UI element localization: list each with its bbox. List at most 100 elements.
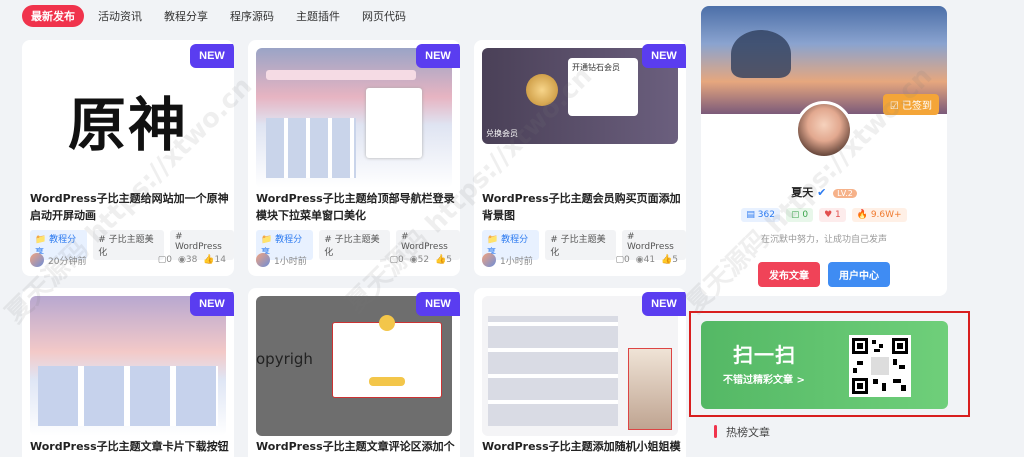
screenshot-panel — [366, 88, 422, 158]
tab-news[interactable]: 活动资讯 — [90, 5, 150, 27]
tab-tutorials[interactable]: 教程分享 — [156, 5, 216, 27]
like-icon: 👍 — [661, 255, 673, 265]
profile-buttons: 发布文章 用户中心 — [701, 262, 947, 287]
posts-count: 362 — [757, 210, 775, 220]
view-count: 52 — [417, 255, 430, 265]
author-avatar[interactable] — [256, 253, 270, 267]
tab-latest[interactable]: 最新发布 — [22, 5, 84, 27]
post-time: 20分钟前 — [48, 256, 87, 267]
post-time: 1小时前 — [500, 256, 533, 267]
post-title[interactable]: WordPress子比主题文章评论区添加个 — [256, 438, 456, 455]
genshin-logo: 原神 — [67, 91, 188, 159]
author-avatar[interactable] — [30, 253, 44, 267]
signin-label: 已签到 — [902, 101, 932, 112]
like-icon: 👍 — [203, 255, 215, 265]
post-card[interactable]: 开通钻石会员 兑换会员 NEW WordPress子比主题会员购买页面添加背景图… — [474, 40, 686, 276]
comment-icon: ▢ — [389, 255, 398, 265]
tab-source-code[interactable]: 程序源码 — [222, 5, 282, 27]
new-badge: NEW — [190, 292, 234, 316]
popularity-count: 9.6W+ — [870, 210, 902, 220]
new-badge: NEW — [642, 292, 686, 316]
post-meta: 20分钟前 ▢ 0 ◉ 38 👍 14 — [30, 253, 226, 267]
like-count: 5 — [672, 255, 678, 265]
user-bio: 在沉默中努力，让成功自己发声 — [760, 235, 887, 245]
comment-count: 0 — [624, 255, 630, 265]
view-count: 41 — [643, 255, 656, 265]
post-meta: 1小时前 ▢ 0 ◉ 52 👍 5 — [256, 253, 452, 267]
post-title[interactable]: WordPress子比主题添加随机小姐姐模 — [482, 438, 682, 455]
coin-icon — [526, 74, 558, 106]
screenshot-bar — [266, 70, 416, 80]
like-count: 5 — [446, 255, 452, 265]
tab-themes-plugins[interactable]: 主题插件 — [288, 5, 348, 27]
qr-promo-highlight: 扫一扫 不错过精彩文章 > — [689, 311, 970, 417]
like-icon: 👍 — [435, 255, 447, 265]
level-badge: LV.2 — [833, 189, 857, 198]
post-thumbnail[interactable]: 原神 — [30, 48, 226, 188]
post-thumbnail[interactable] — [482, 296, 678, 436]
user-profile-card: ☑ 已签到 夏天 ✔ LV.2 ▤ 362 ▢ 0 ♥ 1 🔥 9.6W+ 在沉… — [701, 6, 947, 296]
user-stats: ▤ 362 ▢ 0 ♥ 1 🔥 9.6W+ — [701, 208, 947, 222]
qr-promo-subtitle: 不错过精彩文章 > — [723, 375, 805, 386]
popularity-stat[interactable]: 🔥 9.6W+ — [851, 208, 907, 222]
avatar[interactable] — [795, 101, 853, 159]
page: 最新发布 活动资讯 教程分享 程序源码 主题插件 网页代码 原神 NEW Wor… — [0, 0, 1024, 457]
author-avatar[interactable] — [482, 253, 496, 267]
post-title[interactable]: WordPress子比主题给顶部导航栏登录模块下拉菜单窗口美化 — [256, 190, 456, 224]
new-badge: NEW — [416, 44, 460, 68]
post-meta: 1小时前 ▢ 0 ◉ 41 👍 5 — [482, 253, 678, 267]
vip-popup-title: 开通钻石会员 — [572, 63, 620, 72]
girl-photo — [628, 348, 672, 430]
verified-icon: ✔ — [817, 186, 827, 199]
post-card[interactable]: opyrigh NEW WordPress子比主题文章评论区添加个 — [248, 288, 460, 457]
view-icon: ◉ — [178, 255, 186, 265]
posts-stat[interactable]: ▤ 362 — [741, 208, 780, 222]
post-card[interactable]: NEW WordPress子比主题给顶部导航栏登录模块下拉菜单窗口美化 📁 教程… — [248, 40, 460, 276]
post-thumbnail[interactable] — [30, 296, 226, 436]
new-badge: NEW — [416, 292, 460, 316]
banner-tree — [731, 30, 791, 78]
qr-promo-title: 扫一扫 — [733, 343, 796, 367]
comment-icon: ▢ — [157, 255, 167, 265]
user-center-button[interactable]: 用户中心 — [828, 262, 890, 287]
qr-promo-banner[interactable]: 扫一扫 不错过精彩文章 > — [701, 321, 948, 409]
popup-avatar — [379, 315, 395, 331]
comment-icon: ▢ — [615, 255, 624, 265]
post-title[interactable]: WordPress子比主题会员购买页面添加背景图 — [482, 190, 682, 224]
qr-code-icon — [849, 335, 911, 397]
likes-count: 1 — [835, 210, 841, 220]
comment-count: 0 — [166, 255, 173, 265]
view-icon: ◉ — [409, 255, 418, 265]
user-name: 夏天 ✔ LV.2 — [701, 184, 947, 200]
post-card[interactable]: 原神 NEW WordPress子比主题给网站加一个原神启动开屏动画 📁 教程分… — [22, 40, 234, 276]
screenshot-grid — [38, 366, 218, 426]
post-card[interactable]: NEW WordPress子比主题文章卡片下载按钮 — [22, 288, 234, 457]
screenshot-grid — [266, 118, 356, 178]
tag-label: WordPress — [175, 242, 222, 252]
category-tabs: 最新发布 活动资讯 教程分享 程序源码 主题插件 网页代码 — [22, 5, 420, 27]
hot-posts-heading: 热榜文章 — [714, 424, 770, 440]
popup-button — [369, 377, 405, 386]
post-thumbnail[interactable]: opyrigh — [256, 296, 452, 436]
vip-popup: 开通钻石会员 — [568, 58, 638, 116]
likes-stat[interactable]: ♥ 1 — [819, 208, 846, 222]
post-title[interactable]: WordPress子比主题文章卡片下载按钮 — [30, 438, 230, 455]
comments-stat[interactable]: ▢ 0 — [785, 208, 814, 222]
tag-label: WordPress — [627, 242, 674, 252]
post-time: 1小时前 — [274, 256, 307, 267]
comment-count: 0 — [398, 255, 404, 265]
comments-count: 0 — [802, 210, 809, 220]
tab-web-code[interactable]: 网页代码 — [354, 5, 414, 27]
screenshot-grid — [488, 316, 618, 426]
post-card[interactable]: NEW WordPress子比主题添加随机小姐姐模 — [474, 288, 686, 457]
signed-in-badge[interactable]: ☑ 已签到 — [882, 94, 939, 115]
post-title[interactable]: WordPress子比主题给网站加一个原神启动开屏动画 — [30, 190, 230, 224]
like-count: 14 — [214, 255, 226, 265]
redeem-label: 兑换会员 — [486, 129, 518, 138]
user-name-text: 夏天 — [791, 186, 814, 199]
new-badge: NEW — [190, 44, 234, 68]
copyright-text: opyrigh — [256, 350, 313, 368]
publish-post-button[interactable]: 发布文章 — [758, 262, 820, 287]
post-thumbnail[interactable] — [256, 48, 452, 188]
view-count: 38 — [185, 255, 198, 265]
